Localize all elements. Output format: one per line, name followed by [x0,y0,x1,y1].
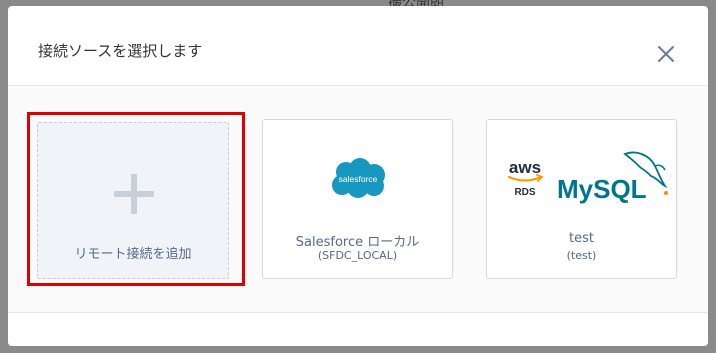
plus-icon [114,174,154,214]
test-card-label: test [569,231,594,246]
rds-logo-text: RDS [514,187,535,198]
salesforce-card-label: Salesforce ローカル [295,235,420,250]
modal-header: 接続ソースを選択します [8,6,708,86]
add-card-label: リモート接続を追加 [74,247,192,262]
test-card-sub: (test) [566,249,597,262]
mysql-logo-icon: MySQL [557,151,668,204]
mysql-logo-text: MySQL [557,174,647,204]
add-card-inner: リモート接続を追加 [37,122,229,279]
salesforce-logo-icon: salesforce [332,158,385,198]
select-source-modal: 接続ソースを選択します リモート接続を追加 salesforce Salesfo… [8,6,708,346]
close-icon [658,46,674,62]
test-connection-card[interactable]: aws RDS MySQL test (test) [486,119,677,279]
aws-rds-logo-icon: aws RDS [507,158,544,198]
salesforce-local-card[interactable]: salesforce Salesforce ローカル (SFDC_LOCAL) [262,119,453,279]
modal-footer [8,314,708,346]
modal-title: 接続ソースを選択します [38,42,203,60]
modal-body: リモート接続を追加 salesforce Salesforce ローカル (SF… [8,87,708,313]
aws-logo-text: aws [509,158,541,177]
add-remote-connection-card[interactable]: リモート接続を追加 [27,112,245,286]
salesforce-logo-text: salesforce [339,174,378,184]
salesforce-card-sub: (SFDC_LOCAL) [317,249,398,262]
close-button[interactable] [654,42,678,66]
